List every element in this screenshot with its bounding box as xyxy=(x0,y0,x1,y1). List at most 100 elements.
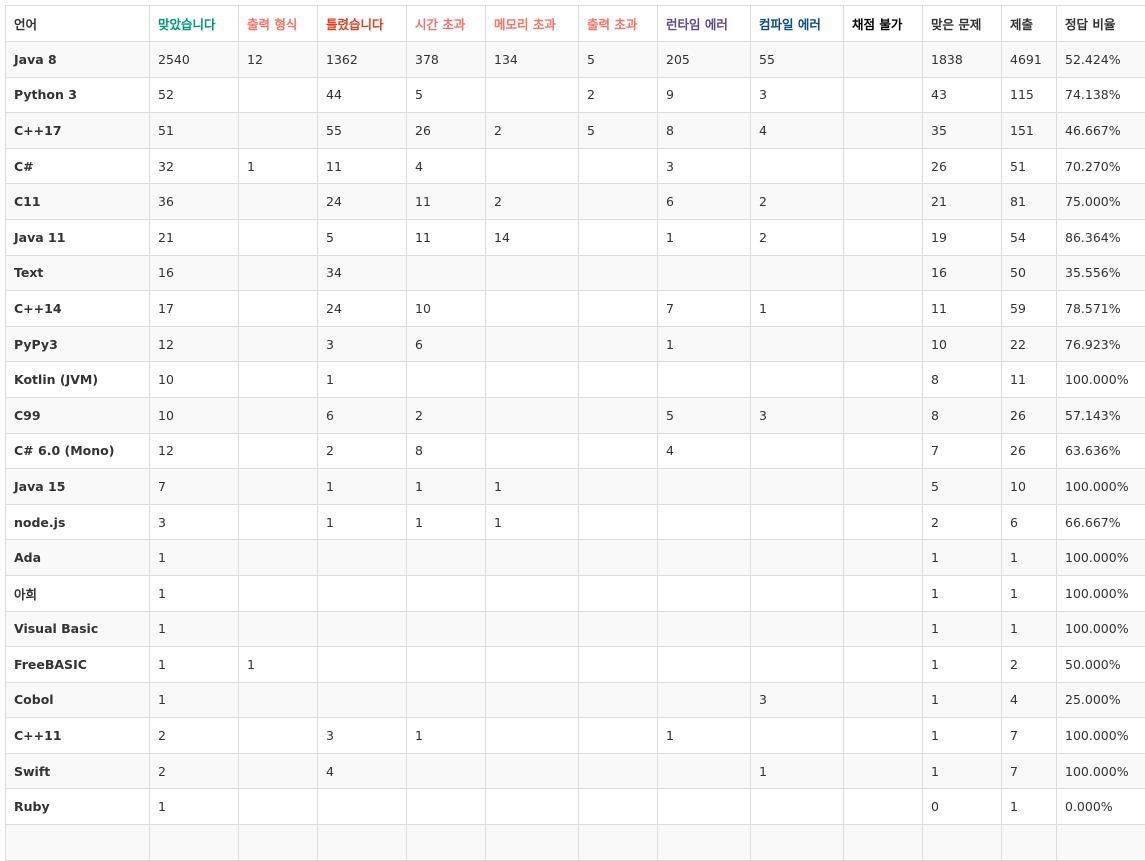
cell-accepted: 12 xyxy=(150,326,239,362)
cell-output-limit xyxy=(579,718,658,754)
cell-submissions: 1 xyxy=(1002,540,1057,576)
cell-accuracy-rate: 76.923% xyxy=(1057,326,1145,362)
cell-submissions: 1 xyxy=(1002,789,1057,825)
table-row: Java 825401213623781345205551838469152.4… xyxy=(6,42,1145,78)
cell-judge-unavailable xyxy=(844,753,923,789)
cell-submissions: 10 xyxy=(1002,469,1057,505)
cell-solved-problems: 19 xyxy=(923,219,1002,255)
cell-language: Kotlin (JVM) xyxy=(6,362,150,398)
cell-runtime-error xyxy=(658,255,751,291)
cell-wrong-answer xyxy=(318,611,407,647)
cell-accepted: 10 xyxy=(150,397,239,433)
cell-accuracy-rate: 46.667% xyxy=(1057,113,1145,149)
cell-time-limit xyxy=(407,255,486,291)
table-row: FreeBASIC111250.000% xyxy=(6,647,1145,683)
cell-memory-limit xyxy=(486,326,579,362)
cell-submissions: 115 xyxy=(1002,77,1057,113)
cell-time-limit xyxy=(407,753,486,789)
cell-language: Ruby xyxy=(6,789,150,825)
cell-language: C99 xyxy=(6,397,150,433)
cell-compile-error: 3 xyxy=(751,682,844,718)
cell-solved-problems: 8 xyxy=(923,362,1002,398)
cell-accepted: 21 xyxy=(150,219,239,255)
table-row xyxy=(6,825,1145,861)
cell-presentation-error xyxy=(239,113,318,149)
cell-accuracy-rate: 100.000% xyxy=(1057,718,1145,754)
cell-memory-limit xyxy=(486,255,579,291)
cell-memory-limit xyxy=(486,397,579,433)
cell-judge-unavailable xyxy=(844,504,923,540)
cell-compile-error xyxy=(751,718,844,754)
cell-runtime-error: 8 xyxy=(658,113,751,149)
cell-presentation-error xyxy=(239,433,318,469)
header-output-limit: 출력 초과 xyxy=(579,6,658,42)
cell-memory-limit xyxy=(486,291,579,327)
cell-presentation-error xyxy=(239,469,318,505)
cell-presentation-error xyxy=(239,504,318,540)
cell-solved-problems: 21 xyxy=(923,184,1002,220)
cell-output-limit xyxy=(579,789,658,825)
cell-solved-problems: 1 xyxy=(923,540,1002,576)
cell-judge-unavailable xyxy=(844,184,923,220)
cell-compile-error: 3 xyxy=(751,77,844,113)
cell-submissions: 2 xyxy=(1002,647,1057,683)
cell-accepted xyxy=(150,825,239,861)
cell-time-limit: 6 xyxy=(407,326,486,362)
cell-wrong-answer: 3 xyxy=(318,326,407,362)
cell-language: Java 8 xyxy=(6,42,150,78)
cell-accuracy-rate: 63.636% xyxy=(1057,433,1145,469)
cell-runtime-error xyxy=(658,504,751,540)
table-row: 아희111100.000% xyxy=(6,575,1145,611)
cell-presentation-error xyxy=(239,611,318,647)
cell-compile-error xyxy=(751,647,844,683)
cell-accuracy-rate: 78.571% xyxy=(1057,291,1145,327)
cell-language: C# 6.0 (Mono) xyxy=(6,433,150,469)
cell-memory-limit xyxy=(486,647,579,683)
cell-wrong-answer xyxy=(318,540,407,576)
cell-runtime-error: 4 xyxy=(658,433,751,469)
cell-output-limit xyxy=(579,469,658,505)
cell-compile-error xyxy=(751,504,844,540)
cell-accepted: 16 xyxy=(150,255,239,291)
cell-runtime-error xyxy=(658,682,751,718)
header-compile-error: 컴파일 에러 xyxy=(751,6,844,42)
header-row: 언어맞았습니다출력 형식틀렸습니다시간 초과메모리 초과출력 초과런타임 에러컴… xyxy=(6,6,1145,42)
cell-submissions: 6 xyxy=(1002,504,1057,540)
cell-submissions: 26 xyxy=(1002,433,1057,469)
cell-accepted: 10 xyxy=(150,362,239,398)
cell-memory-limit xyxy=(486,789,579,825)
cell-presentation-error xyxy=(239,184,318,220)
cell-presentation-error xyxy=(239,718,318,754)
cell-submissions: 81 xyxy=(1002,184,1057,220)
cell-compile-error xyxy=(751,469,844,505)
cell-presentation-error xyxy=(239,77,318,113)
cell-presentation-error xyxy=(239,219,318,255)
cell-time-limit xyxy=(407,647,486,683)
cell-solved-problems: 1 xyxy=(923,718,1002,754)
header-solved-problems: 맞은 문제 xyxy=(923,6,1002,42)
cell-output-limit xyxy=(579,291,658,327)
cell-accepted: 1 xyxy=(150,611,239,647)
cell-language: Cobol xyxy=(6,682,150,718)
cell-solved-problems: 1 xyxy=(923,682,1002,718)
cell-submissions xyxy=(1002,825,1057,861)
cell-output-limit xyxy=(579,255,658,291)
cell-output-limit xyxy=(579,184,658,220)
cell-presentation-error: 1 xyxy=(239,148,318,184)
cell-accuracy-rate: 100.000% xyxy=(1057,611,1145,647)
cell-output-limit xyxy=(579,326,658,362)
cell-wrong-answer: 6 xyxy=(318,397,407,433)
cell-wrong-answer xyxy=(318,825,407,861)
cell-language: Swift xyxy=(6,753,150,789)
cell-presentation-error xyxy=(239,753,318,789)
cell-wrong-answer: 5 xyxy=(318,219,407,255)
cell-presentation-error xyxy=(239,575,318,611)
cell-memory-limit xyxy=(486,825,579,861)
cell-memory-limit xyxy=(486,148,579,184)
cell-memory-limit xyxy=(486,575,579,611)
cell-wrong-answer: 24 xyxy=(318,184,407,220)
cell-accepted: 52 xyxy=(150,77,239,113)
cell-compile-error xyxy=(751,433,844,469)
cell-runtime-error xyxy=(658,469,751,505)
cell-solved-problems: 1 xyxy=(923,753,1002,789)
